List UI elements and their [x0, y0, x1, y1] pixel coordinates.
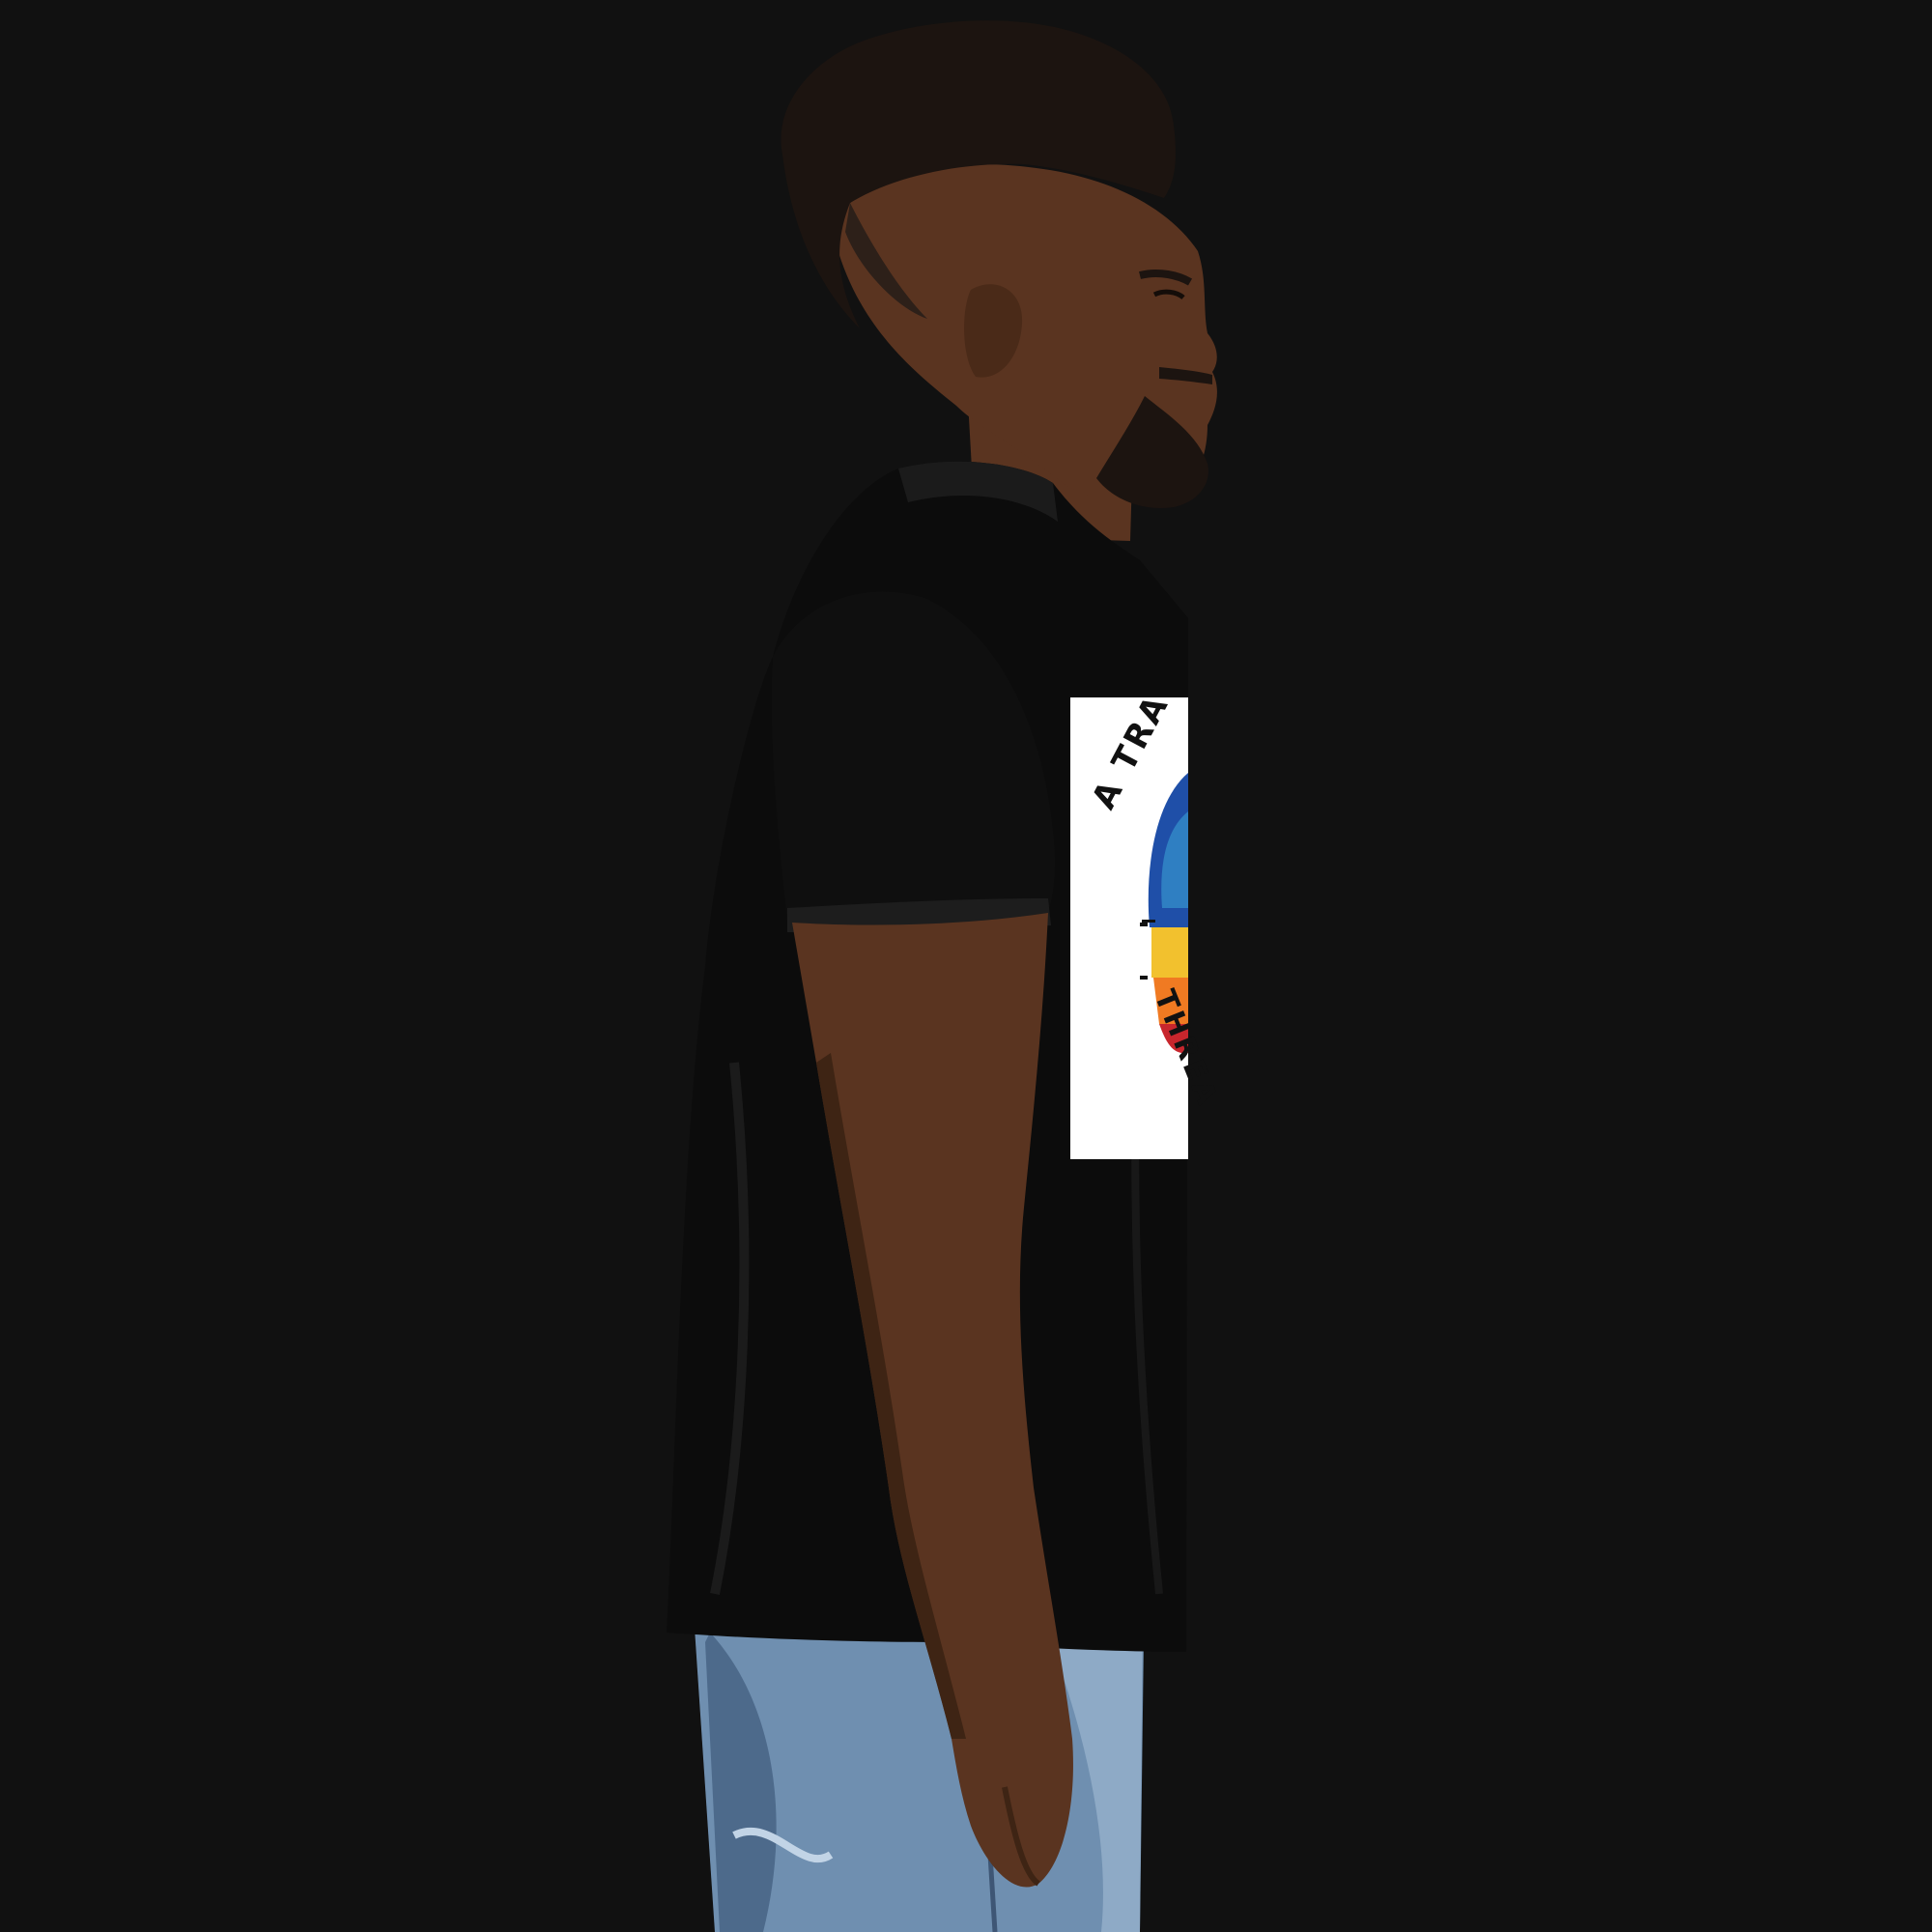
person-illustration: A TRA THREA — [0, 0, 1932, 1932]
photo-stage: A TRA THREA — [0, 0, 1932, 1932]
